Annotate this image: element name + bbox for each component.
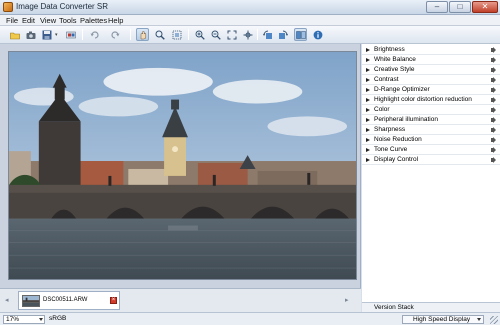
pin-icon[interactable] (491, 47, 497, 53)
save-icon[interactable] (40, 28, 53, 41)
menu-palettes[interactable]: Palettes (80, 16, 107, 25)
actual-size-icon[interactable] (241, 28, 254, 41)
expand-arrow-icon (366, 98, 370, 102)
compare-icon[interactable] (294, 28, 307, 41)
expand-arrow-icon (366, 128, 370, 132)
expand-arrow-icon (366, 88, 370, 92)
pin-icon[interactable] (491, 97, 497, 103)
thumbnail-item[interactable]: DSC00511.ARW × (18, 291, 120, 310)
rotate-left-icon[interactable] (261, 28, 274, 41)
toolbar-separator (82, 29, 83, 40)
pin-icon[interactable] (491, 157, 497, 163)
fit-icon[interactable] (225, 28, 238, 41)
palette-tone-curve[interactable]: Tone Curve (362, 145, 500, 155)
undo-icon[interactable] (88, 28, 101, 41)
palette-noise-reduction[interactable]: Noise Reduction (362, 135, 500, 145)
version-stack-label: Version Stack (374, 304, 414, 311)
display-mode-select[interactable]: High Speed Display (402, 315, 484, 324)
camera-icon[interactable] (24, 28, 37, 41)
hand-tool-icon[interactable] (136, 28, 149, 41)
expand-arrow-icon (366, 148, 370, 152)
palette-panel: Brightness White Balance Creative Style … (362, 44, 500, 302)
chevron-down-icon (477, 318, 481, 321)
pin-icon[interactable] (491, 127, 497, 133)
pin-icon[interactable] (491, 117, 497, 123)
rotate-right-icon[interactable] (276, 28, 289, 41)
palette-contrast[interactable]: Contrast (362, 75, 500, 85)
expand-arrow-icon (366, 68, 370, 72)
redo-icon[interactable] (108, 28, 121, 41)
palette-sharpness[interactable]: Sharpness (362, 125, 500, 135)
pin-icon[interactable] (491, 87, 497, 93)
pin-icon[interactable] (491, 147, 497, 153)
expand-arrow-icon (366, 118, 370, 122)
toolbar-separator (188, 29, 189, 40)
menu-bar: File Edit View Tools Palettes Help (0, 15, 500, 26)
title-bar: Image Data Converter SR – □ ✕ (0, 0, 500, 15)
batch-process-icon[interactable] (64, 28, 77, 41)
color-space-label: sRGB (49, 315, 67, 322)
expand-arrow-icon (366, 138, 370, 142)
menu-help[interactable]: Help (108, 16, 123, 25)
pin-icon[interactable] (491, 57, 497, 63)
thumbnail-strip: ◂ DSC00511.ARW × ▸ (0, 288, 361, 312)
strip-next-icon[interactable]: ▸ (345, 296, 349, 304)
zoom-in-icon[interactable] (193, 28, 206, 41)
chevron-down-icon (39, 318, 43, 321)
crop-icon[interactable] (170, 28, 183, 41)
expand-arrow-icon (366, 48, 370, 52)
thumbnail-image (22, 295, 40, 307)
maximize-button[interactable]: □ (449, 1, 471, 13)
zoom-tool-icon[interactable] (153, 28, 166, 41)
palette-highlight-color-distortion[interactable]: Highlight color distortion reduction (362, 95, 500, 105)
menu-file[interactable]: File (6, 16, 18, 25)
display-mode-value: High Speed Display (413, 316, 471, 323)
info-icon[interactable] (311, 28, 324, 41)
menu-edit[interactable]: Edit (22, 16, 35, 25)
toolbar-separator (257, 29, 258, 40)
image-canvas[interactable] (0, 44, 361, 288)
palette-d-range-optimizer[interactable]: D-Range Optimizer (362, 85, 500, 95)
pin-icon[interactable] (491, 107, 497, 113)
pin-icon[interactable] (491, 67, 497, 73)
expand-arrow-icon (366, 158, 370, 162)
pin-icon[interactable] (491, 137, 497, 143)
zoom-select[interactable]: 17% (3, 315, 45, 324)
palette-creative-style[interactable]: Creative Style (362, 65, 500, 75)
expand-arrow-icon (366, 78, 370, 82)
app-icon (3, 2, 13, 12)
version-stack-bar[interactable]: Version Stack (362, 302, 500, 312)
strip-prev-icon[interactable]: ◂ (5, 296, 9, 304)
resize-grip-icon[interactable] (490, 316, 498, 324)
status-bar: 17% sRGB High Speed Display (0, 312, 500, 325)
toolbar-separator (130, 29, 131, 40)
open-folder-icon[interactable] (8, 28, 21, 41)
expand-arrow-icon (366, 58, 370, 62)
minimize-button[interactable]: – (426, 1, 448, 13)
delete-icon[interactable]: × (110, 297, 117, 304)
pin-icon[interactable] (491, 77, 497, 83)
menu-view[interactable]: View (40, 16, 56, 25)
save-dropdown-icon[interactable]: ▾ (55, 32, 59, 38)
menu-tools[interactable]: Tools (59, 16, 77, 25)
close-button[interactable]: ✕ (472, 1, 498, 13)
toolbar: ▾ (0, 26, 500, 44)
zoom-value: 17% (6, 316, 20, 323)
thumbnail-filename: DSC00511.ARW (43, 297, 88, 303)
palette-peripheral-illumination[interactable]: Peripheral illumination (362, 115, 500, 125)
photo-preview[interactable] (8, 51, 357, 280)
palette-brightness[interactable]: Brightness (362, 45, 500, 55)
palette-white-balance[interactable]: White Balance (362, 55, 500, 65)
palette-display-control[interactable]: Display Control (362, 155, 500, 165)
expand-arrow-icon (366, 108, 370, 112)
zoom-out-icon[interactable] (209, 28, 222, 41)
window-title: Image Data Converter SR (16, 2, 109, 11)
palette-color[interactable]: Color (362, 105, 500, 115)
